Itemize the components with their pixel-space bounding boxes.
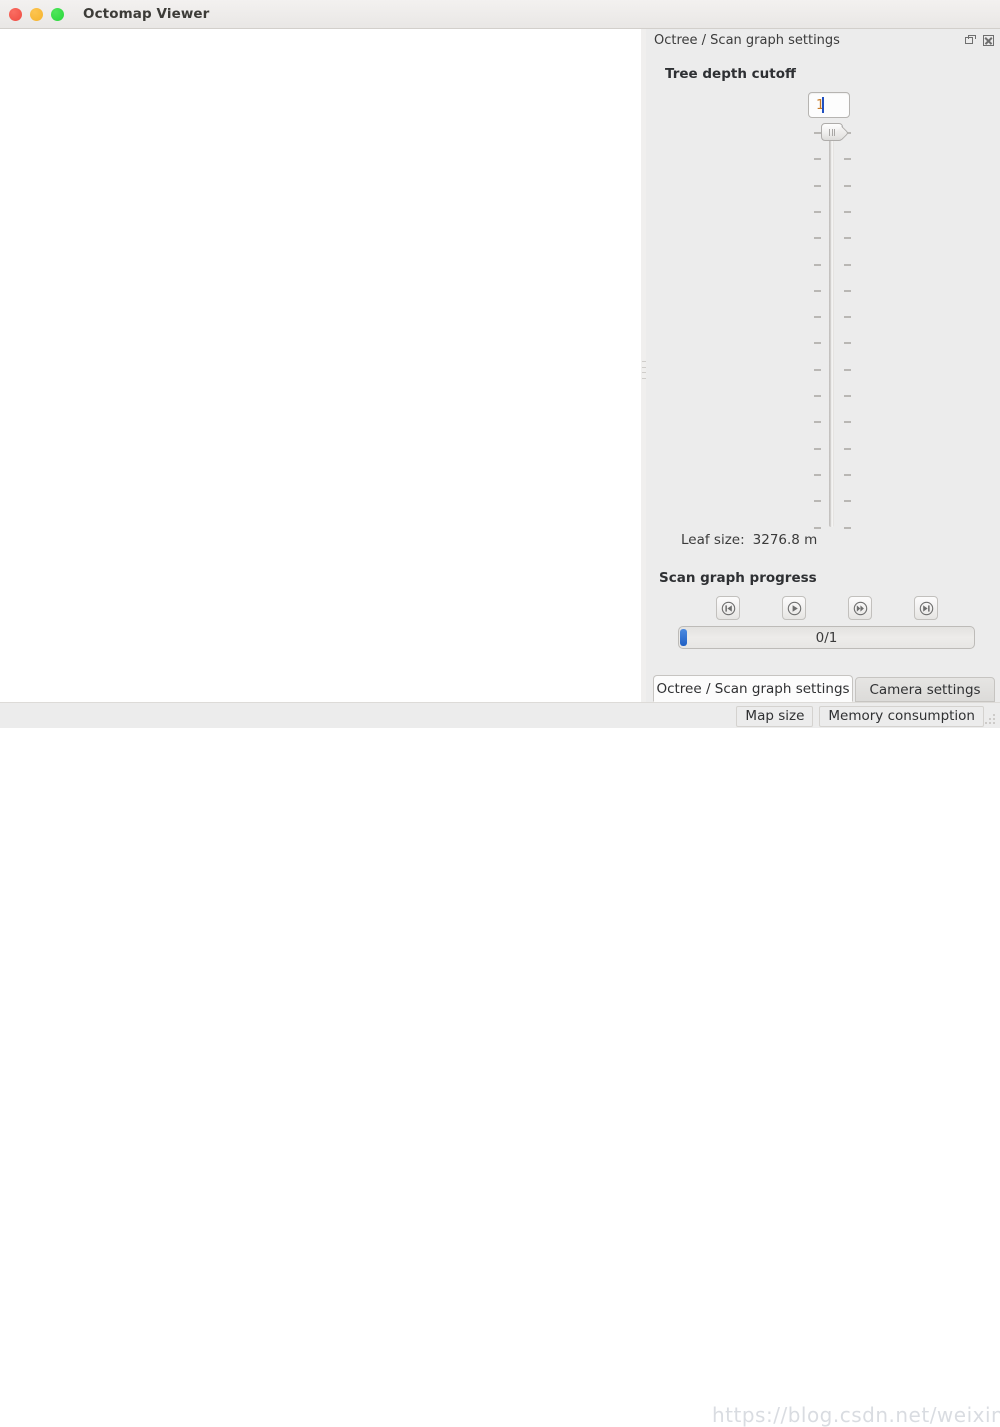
slider-tick xyxy=(844,500,851,502)
tree-depth-spinbox[interactable]: 1 xyxy=(808,92,850,118)
dock-header: Octree / Scan graph settings xyxy=(646,29,1000,54)
slider-tick xyxy=(814,342,821,344)
slider-tick xyxy=(844,237,851,239)
play-button[interactable] xyxy=(782,596,806,620)
skip-backward-button[interactable] xyxy=(716,596,740,620)
status-item-memory-consumption[interactable]: Memory consumption xyxy=(819,706,984,727)
fast-forward-icon xyxy=(853,601,867,615)
slider-tick xyxy=(844,474,851,476)
status-item-map-size[interactable]: Map size xyxy=(736,706,814,727)
skip-forward-button[interactable] xyxy=(914,596,938,620)
leaf-size-value: 3276.8 m xyxy=(752,532,818,548)
leaf-size-label: Leaf size: xyxy=(681,532,745,548)
slider-tick xyxy=(844,527,851,529)
slider-tick xyxy=(844,185,851,187)
settings-dock-panel: Octree / Scan graph settings Tree depth … xyxy=(646,29,1000,672)
status-bar-items: Map size Memory consumption xyxy=(736,706,984,727)
slider-tick xyxy=(844,369,851,371)
tab-octree-scan-graph-settings[interactable]: Octree / Scan graph settings xyxy=(653,675,853,702)
window-close-button[interactable] xyxy=(9,8,22,21)
close-icon[interactable] xyxy=(983,35,994,46)
slider-tick xyxy=(814,474,821,476)
slider-groove xyxy=(829,132,834,527)
scan-graph-controls xyxy=(716,596,996,620)
slider-tick xyxy=(814,448,821,450)
leaf-size-row: Leaf size: 3276.8 m xyxy=(681,532,817,548)
scan-graph-progress-bar: 0/1 xyxy=(678,626,975,649)
slider-tick xyxy=(814,527,821,529)
skip-backward-icon xyxy=(721,601,735,615)
slider-tick xyxy=(844,421,851,423)
tree-depth-slider[interactable] xyxy=(802,123,862,533)
fast-forward-button[interactable] xyxy=(848,596,872,620)
status-bar: https://blog.csdn.net/weixin_43849346 Ma… xyxy=(0,702,1000,1427)
slider-tick xyxy=(814,316,821,318)
slider-tick xyxy=(814,132,821,134)
slider-tick xyxy=(844,158,851,160)
play-icon xyxy=(787,601,801,615)
dock-title: Octree / Scan graph settings xyxy=(654,33,840,48)
slider-tick xyxy=(814,369,821,371)
dock-tab-bar: Octree / Scan graph settings Camera sett… xyxy=(646,672,1000,702)
slider-tick xyxy=(814,500,821,502)
watermark-text: https://blog.csdn.net/weixin_43849346 xyxy=(712,1403,1000,1427)
float-window-icon[interactable] xyxy=(965,35,976,46)
scan-graph-progress-label: Scan graph progress xyxy=(659,570,817,586)
resize-grip-icon[interactable] xyxy=(985,714,997,726)
slider-tick xyxy=(814,185,821,187)
window-minimize-button[interactable] xyxy=(30,8,43,21)
slider-tick xyxy=(844,211,851,213)
slider-tick xyxy=(844,448,851,450)
slider-tick xyxy=(814,264,821,266)
skip-forward-icon xyxy=(919,601,933,615)
slider-tick xyxy=(814,237,821,239)
slider-tick xyxy=(844,316,851,318)
title-bar: Octomap Viewer xyxy=(0,0,1000,29)
slider-tick xyxy=(814,158,821,160)
progress-text: 0/1 xyxy=(815,629,838,646)
slider-tick xyxy=(844,395,851,397)
slider-tick xyxy=(814,211,821,213)
slider-tick xyxy=(814,421,821,423)
window-title: Octomap Viewer xyxy=(83,6,210,22)
slider-tick xyxy=(814,290,821,292)
octomap-3d-viewport[interactable] xyxy=(0,29,641,728)
slider-handle[interactable] xyxy=(821,123,843,141)
slider-tick xyxy=(844,264,851,266)
window-maximize-button[interactable] xyxy=(51,8,64,21)
tab-camera-settings[interactable]: Camera settings xyxy=(855,677,995,702)
slider-tick xyxy=(844,342,851,344)
tree-depth-cutoff-label: Tree depth cutoff xyxy=(665,66,796,82)
dock-header-buttons xyxy=(965,35,994,46)
text-caret xyxy=(822,97,824,113)
slider-tick xyxy=(814,395,821,397)
slider-tick xyxy=(844,290,851,292)
window-controls xyxy=(9,8,64,21)
app-window: Octomap Viewer Octree / Scan graph setti… xyxy=(0,0,1000,1427)
